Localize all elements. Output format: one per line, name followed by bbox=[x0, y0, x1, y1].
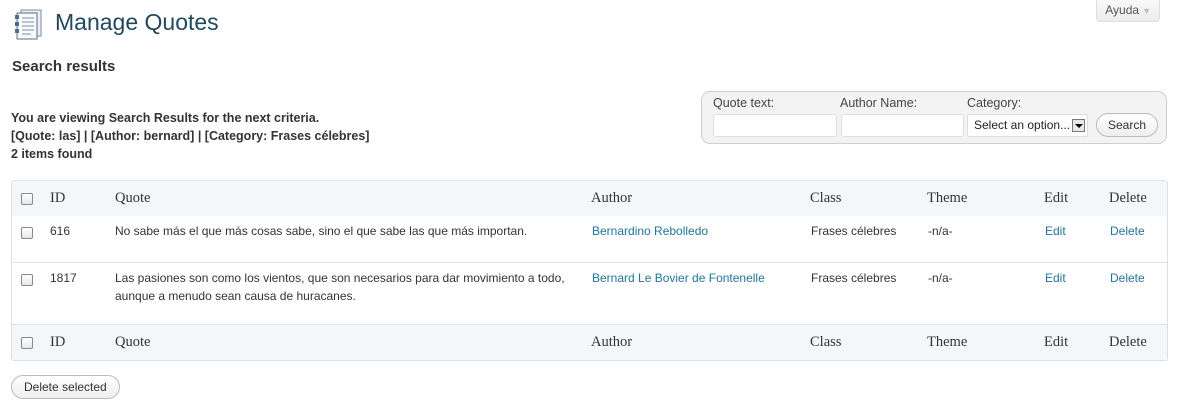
row-class: Frases célebres bbox=[811, 224, 897, 238]
column-footer-delete: Delete bbox=[1109, 334, 1147, 350]
help-tab-label: Ayuda bbox=[1105, 3, 1140, 17]
row-class: Frases célebres bbox=[811, 271, 897, 285]
search-panel: Quote text: Author Name: Category: Selec… bbox=[701, 91, 1167, 144]
row-edit-link[interactable]: Edit bbox=[1045, 269, 1066, 287]
column-header-id[interactable]: ID bbox=[50, 190, 65, 207]
row-author-link[interactable]: Bernardino Rebolledo bbox=[592, 222, 708, 240]
column-footer-author[interactable]: Author bbox=[591, 334, 632, 351]
dropdown-arrow-icon bbox=[1072, 119, 1085, 132]
page-title: Manage Quotes bbox=[55, 9, 219, 35]
category-selected-value: Select an option... bbox=[974, 118, 1071, 132]
row-quote: No sabe más el que más cosas sabe, sino … bbox=[115, 224, 528, 238]
column-footer-id[interactable]: ID bbox=[50, 334, 65, 351]
category-select[interactable]: Select an option... bbox=[967, 114, 1088, 137]
row-id: 616 bbox=[50, 224, 71, 238]
chevron-down-icon: ▼ bbox=[1142, 6, 1151, 16]
row-checkbox[interactable] bbox=[21, 227, 33, 239]
column-header-class[interactable]: Class bbox=[810, 190, 841, 207]
column-footer-class[interactable]: Class bbox=[810, 334, 841, 351]
select-all-checkbox-footer[interactable] bbox=[21, 337, 33, 349]
author-name-label: Author Name: bbox=[840, 96, 918, 110]
column-header-quote[interactable]: Quote bbox=[115, 190, 150, 207]
column-header-delete: Delete bbox=[1109, 190, 1147, 206]
delete-selected-button[interactable]: Delete selected bbox=[11, 375, 120, 399]
category-label: Category: bbox=[967, 96, 1022, 110]
search-criteria: You are viewing Search Results for the n… bbox=[11, 109, 369, 163]
author-name-input[interactable] bbox=[841, 114, 964, 137]
criteria-line: You are viewing Search Results for the n… bbox=[11, 111, 320, 125]
row-checkbox[interactable] bbox=[21, 274, 33, 286]
row-theme: -n/a- bbox=[928, 224, 953, 238]
column-header-theme[interactable]: Theme bbox=[927, 190, 967, 207]
quotes-page-icon bbox=[14, 8, 44, 40]
quote-text-label: Quote text: bbox=[713, 96, 775, 110]
column-footer-edit: Edit bbox=[1044, 334, 1069, 350]
table-footer-row: ID Quote Author Class Theme Edit Delete bbox=[12, 324, 1167, 360]
row-delete-link[interactable]: Delete bbox=[1110, 269, 1145, 287]
column-header-author[interactable]: Author bbox=[591, 190, 632, 207]
row-edit-link[interactable]: Edit bbox=[1045, 222, 1066, 240]
quote-text-input[interactable] bbox=[713, 114, 837, 137]
select-all-checkbox[interactable] bbox=[21, 193, 33, 205]
table-header-row: ID Quote Author Class Theme Edit Delete bbox=[12, 181, 1167, 217]
row-theme: -n/a- bbox=[928, 271, 953, 285]
column-footer-theme[interactable]: Theme bbox=[927, 334, 967, 351]
table-row: 616 No sabe más el que más cosas sabe, s… bbox=[12, 216, 1167, 263]
column-header-edit: Edit bbox=[1044, 190, 1069, 206]
column-footer-quote[interactable]: Quote bbox=[115, 334, 150, 351]
quotes-table: ID Quote Author Class Theme Edit Delete … bbox=[11, 180, 1168, 361]
criteria-filters: [Quote: las] | [Author: bernard] | [Cate… bbox=[11, 129, 370, 143]
search-button[interactable]: Search bbox=[1096, 113, 1158, 137]
table-row: 1817 Las pasiones son como los vientos, … bbox=[12, 263, 1167, 327]
row-author-link[interactable]: Bernard Le Bovier de Fontenelle bbox=[592, 269, 765, 287]
row-delete-link[interactable]: Delete bbox=[1110, 222, 1145, 240]
items-found-count: 2 items found bbox=[11, 147, 93, 161]
row-quote: Las pasiones son como los vientos, que s… bbox=[115, 271, 565, 303]
row-id: 1817 bbox=[50, 271, 77, 285]
section-title: Search results bbox=[12, 58, 116, 75]
help-tab[interactable]: Ayuda ▼ bbox=[1096, 0, 1160, 22]
